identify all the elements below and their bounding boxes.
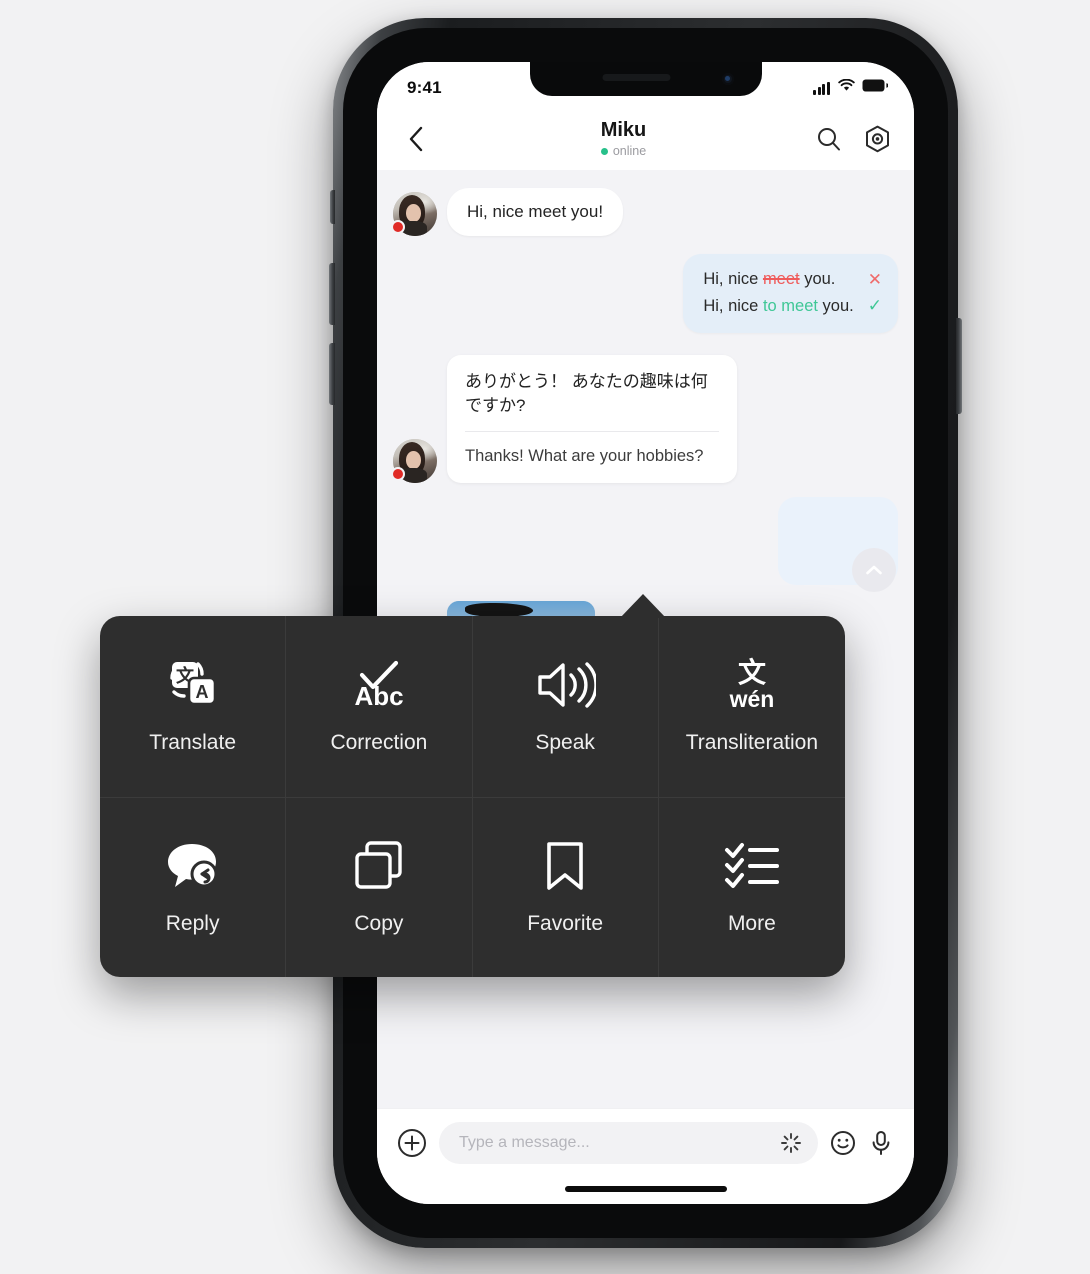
correction-original-text: Hi, nice meet you. [703,270,836,289]
context-menu-item-reply[interactable]: Reply [100,797,287,977]
speaker-volume-icon [534,657,597,713]
checklist-icon [723,838,781,894]
context-menu-row-1: 文 A Translate Abc Correction Speak 文 wén… [100,616,845,797]
photo-rock [464,603,533,617]
online-status-dot [600,147,608,155]
wen-pinyin: wén [729,686,775,712]
context-menu-label: Translate [149,730,236,754]
search-icon [818,128,840,151]
correction-bubble[interactable]: Hi, nice meet you. ✕ Hi, nice to meet yo… [683,254,898,333]
search-button[interactable] [814,124,844,154]
camera-lens-dot [724,76,730,81]
back-button[interactable] [399,122,433,156]
svg-text:Abc: Abc [354,681,403,711]
translated-message-bubble[interactable]: ありがとう！ あなたの趣味は何ですか? Thanks! What are you… [447,354,737,484]
context-menu-item-speak[interactable]: Speak [473,616,659,797]
context-menu-label: Favorite [527,911,604,935]
front-camera [721,73,734,85]
spellcheck-abc-icon: Abc [348,657,410,713]
context-menu-label: Copy [354,911,404,935]
smiley-face-icon [831,1130,855,1155]
chat-title-block: Miku online [433,119,814,159]
copy-icon [352,838,406,894]
source-text: ありがとう！ あなたの趣味は何ですか? [465,371,708,415]
contact-name: Miku [600,119,647,141]
status-time: 9:41 [407,78,442,97]
correction-fixed-text: Hi, nice to meet you. [703,296,854,315]
add-attachment-button[interactable] [397,1128,427,1158]
settings-button[interactable] [862,124,892,154]
context-menu-label: Transliteration [685,730,819,754]
emoji-button[interactable] [830,1130,856,1156]
message-input-placeholder: Type a message... [459,1133,590,1151]
message-context-menu[interactable]: 文 A Translate Abc Correction Speak 文 wén… [100,616,845,977]
wen-hanzi: 文 [738,656,766,689]
struck-word: meet [762,270,800,289]
reply-bubble-icon [164,838,222,894]
context-menu-label: Reply [165,911,220,935]
silent-switch[interactable] [330,190,335,224]
wifi-icon [838,78,855,97]
context-menu-item-transliteration[interactable]: 文 wén Transliteration [659,616,845,797]
message-row-outgoing-partial [393,497,898,586]
message-row-incoming-greeting: Hi, nice meet you! [391,188,898,236]
scroll-to-top-button[interactable] [852,548,896,592]
screenshot-canvas: 9:41 Miku online Hi, nice meet you! Hi, … [0,0,1090,1274]
added-words: to meet [762,296,818,315]
presence-indicator: online [600,144,647,158]
microphone-icon [872,1130,890,1155]
context-menu-pointer [620,594,666,618]
voice-record-button[interactable] [868,1130,894,1156]
hexagon-settings-icon [865,125,889,153]
context-menu-label: More [727,911,776,935]
svg-text:A: A [195,682,208,702]
chevron-up-icon [866,565,882,575]
plus-circle-icon [398,1128,426,1157]
context-menu-item-more[interactable]: More [659,798,845,978]
translate-icon: 文 A [164,657,222,713]
cellular-bars-icon [813,81,831,95]
status-indicators [813,78,889,97]
language-flag-badge [391,220,405,234]
home-indicator[interactable] [564,1186,727,1192]
pinyin-wen-icon: 文 wén [720,656,784,713]
context-menu-item-copy[interactable]: Copy [286,797,473,977]
chevron-left-icon [409,126,423,152]
message-row-correction: Hi, nice meet you. ✕ Hi, nice to meet yo… [393,254,898,333]
context-menu-item-translate[interactable]: 文 A Translate [100,616,287,797]
accept-correction-icon[interactable]: ✓ [868,293,882,319]
power-button[interactable] [956,318,962,414]
avatar[interactable] [391,192,437,236]
battery-full-icon [862,79,889,97]
sparkle-ai-icon [781,1132,801,1153]
earpiece-speaker [601,74,670,81]
context-menu-item-correction[interactable]: Abc Correction [286,616,473,797]
reject-correction-icon[interactable]: ✕ [868,267,882,293]
message-row-translated: ありがとう！ あなたの趣味は何ですか? Thanks! What are you… [391,354,898,484]
correction-original-line: Hi, nice meet you. ✕ [703,267,882,293]
volume-up-button[interactable] [329,263,335,325]
message-input[interactable]: Type a message... [439,1121,818,1164]
message-bubble[interactable]: Hi, nice meet you! [447,188,624,236]
avatar-face [406,204,421,222]
context-menu-row-2: Reply Copy Favorite More [100,796,845,978]
presence-label: online [612,144,647,158]
context-menu-label: Correction [330,730,428,754]
translated-text: Thanks! What are your hobbies? [465,446,704,465]
avatar[interactable] [391,439,437,484]
context-menu-label: Speak [535,730,595,754]
chat-header: Miku online [377,108,914,170]
display-notch [529,62,762,96]
bookmark-icon [542,838,588,894]
header-actions [814,124,892,154]
correction-fixed-line: Hi, nice to meet you. ✓ [703,293,882,319]
ai-assist-button[interactable] [778,1130,804,1156]
volume-down-button[interactable] [329,343,335,405]
context-menu-item-favorite[interactable]: Favorite [473,797,659,977]
